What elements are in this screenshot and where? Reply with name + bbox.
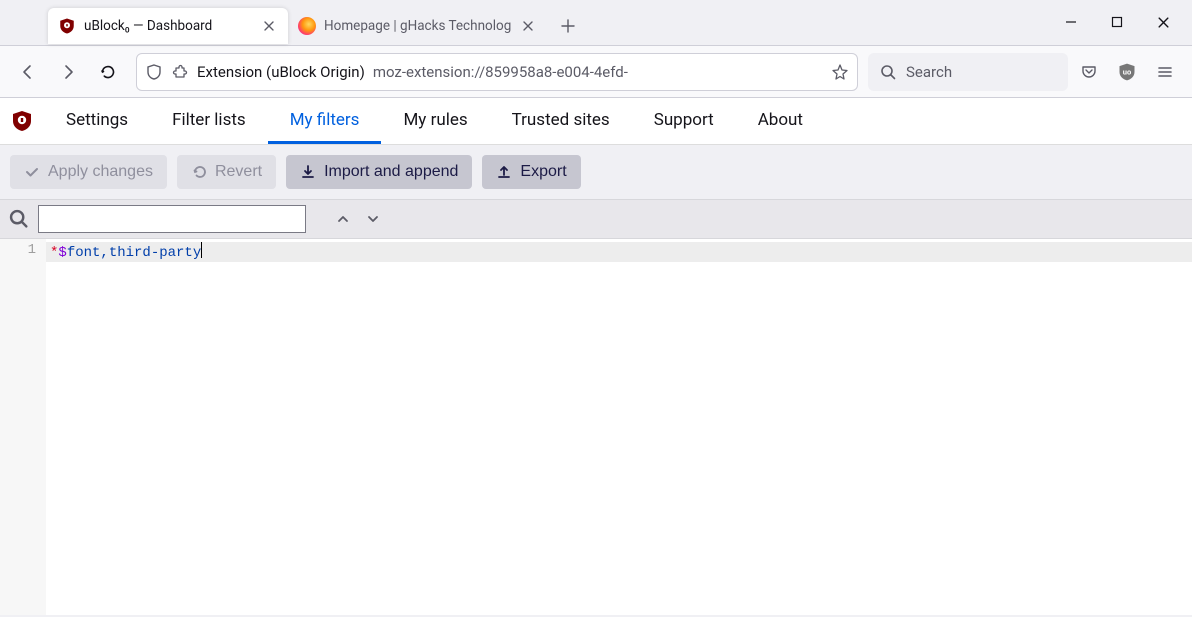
search-prev-button[interactable] [332,208,354,230]
filter-editor[interactable]: 1 *$font,third-party [0,239,1192,615]
extension-icon [171,63,189,81]
new-tab-button[interactable] [553,11,583,41]
code-line: *$font,third-party [50,242,203,262]
upload-icon [496,164,512,180]
tab-support[interactable]: Support [632,98,736,144]
tab-my-filters[interactable]: My filters [268,98,382,144]
tab-settings[interactable]: Settings [44,98,150,144]
text-cursor [201,242,202,258]
back-button[interactable] [10,54,46,90]
line-gutter: 1 [0,239,46,615]
hamburger-menu-icon[interactable] [1148,55,1182,89]
identity-label: Extension (uBlock Origin) [197,63,365,81]
tab-close-button[interactable] [519,17,537,35]
bookmark-star-icon[interactable] [831,63,849,81]
export-button[interactable]: Export [482,155,580,189]
svg-text:uo: uo [1123,67,1131,76]
button-label: Revert [215,163,262,181]
button-label: Import and append [324,163,458,181]
editor-search-input[interactable] [38,205,306,233]
tab-title: uBlock₀ — Dashboard [84,18,252,34]
search-icon [8,208,30,230]
line-number: 1 [0,242,36,258]
browser-tab-active[interactable]: uBlock₀ — Dashboard [48,8,288,44]
search-next-button[interactable] [362,208,384,230]
window-maximize-button[interactable] [1094,2,1140,42]
revert-button: Revert [177,155,276,189]
download-icon [300,164,316,180]
button-label: Export [520,163,566,181]
search-placeholder: Search [906,63,952,81]
editor-search-row [0,199,1192,239]
tab-trusted-sites[interactable]: Trusted sites [490,98,632,144]
forward-button[interactable] [50,54,86,90]
window-minimize-button[interactable] [1048,2,1094,42]
url-bar[interactable]: Extension (uBlock Origin) moz-extension:… [136,53,858,91]
apply-changes-button: Apply changes [10,155,167,189]
window-close-button[interactable] [1140,2,1186,42]
search-bar[interactable]: Search [868,53,1068,91]
window-controls [1048,0,1186,44]
ghacks-favicon [298,17,316,35]
tab-about[interactable]: About [736,98,825,144]
code-token-options: font,third-party [67,245,201,261]
browser-tab-strip: uBlock₀ — Dashboard Homepage | gHacks Te… [0,0,1192,46]
search-icon [880,64,896,80]
ublock-favicon [58,17,76,35]
code-token-dollar: $ [58,245,66,261]
browser-tab-inactive[interactable]: Homepage | gHacks Technolog [288,8,547,44]
pocket-icon[interactable] [1072,55,1106,89]
tab-filter-lists[interactable]: Filter lists [150,98,268,144]
navigation-bar: Extension (uBlock Origin) moz-extension:… [0,46,1192,98]
reload-button[interactable] [90,54,126,90]
tab-close-button[interactable] [260,17,278,35]
url-text: moz-extension://859958a8-e004-4efd- [373,63,823,81]
import-button[interactable]: Import and append [286,155,472,189]
code-area[interactable]: *$font,third-party [46,239,1192,615]
tab-my-rules[interactable]: My rules [381,98,489,144]
ublock-logo [0,109,44,133]
tab-title: Homepage | gHacks Technolog [324,18,511,34]
button-label: Apply changes [48,163,153,181]
dashboard-nav: Settings Filter lists My filters My rule… [0,98,1192,145]
check-icon [24,164,40,180]
shield-icon[interactable] [145,63,163,81]
actions-toolbar: Apply changes Revert Import and append E… [0,145,1192,199]
ublock-toolbar-icon[interactable]: uo [1110,55,1144,89]
undo-icon [191,164,207,180]
